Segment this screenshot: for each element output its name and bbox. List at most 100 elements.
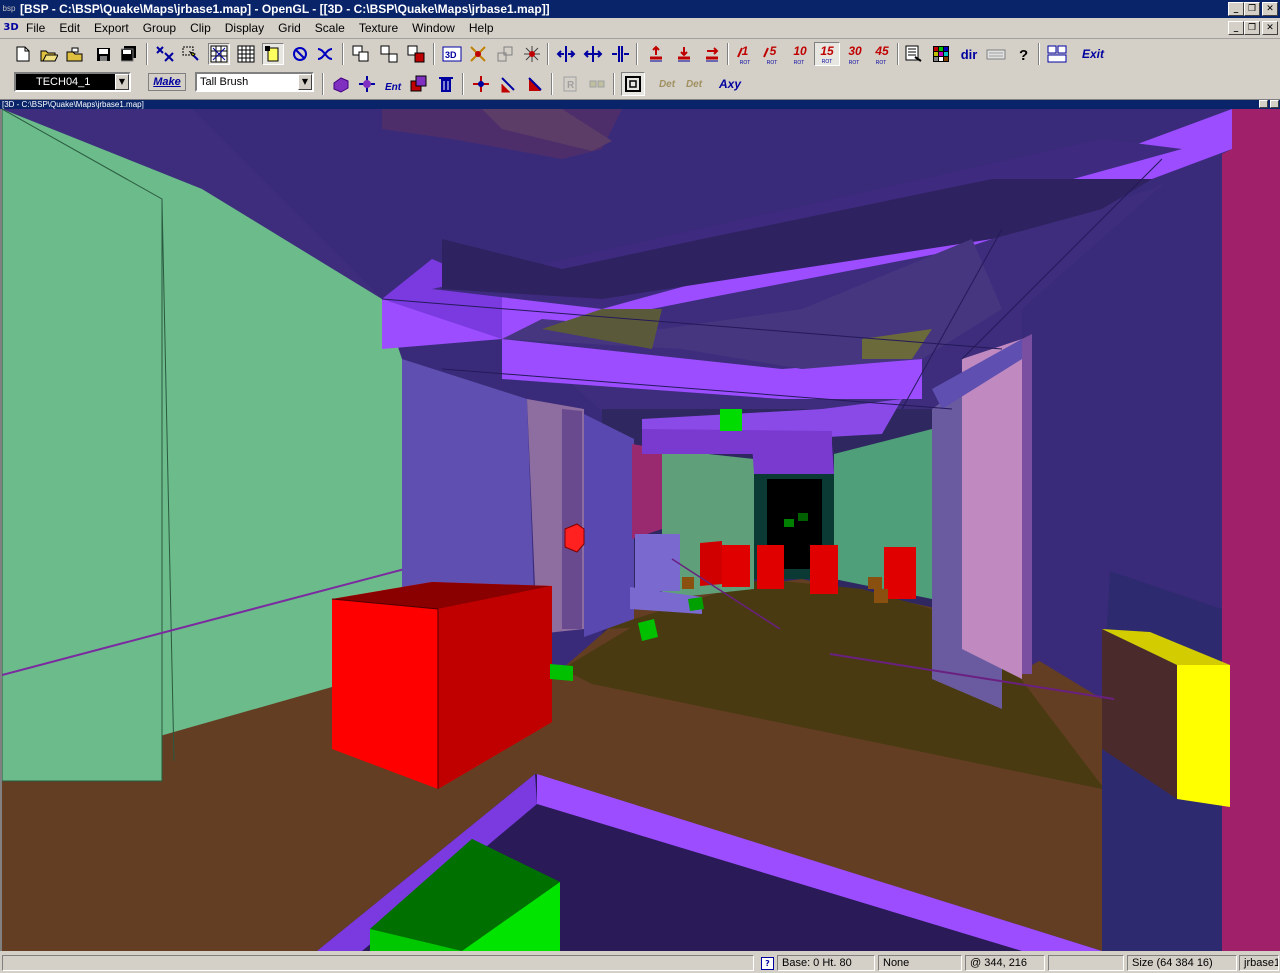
status-empty xyxy=(1048,955,1124,971)
copy-brush-icon[interactable] xyxy=(408,73,430,95)
region-clear-icon[interactable] xyxy=(586,73,608,95)
menu-window[interactable]: Window xyxy=(412,21,460,35)
save-all-icon[interactable] xyxy=(118,43,140,65)
rotate-10-button[interactable]: 10 ROT xyxy=(787,42,811,66)
rotate-sub-label: ROT xyxy=(794,60,805,66)
menu-items: File Edit Export Group Clip Display Grid… xyxy=(26,21,508,35)
svg-text:?: ? xyxy=(1019,47,1028,63)
entity-view-icon[interactable] xyxy=(521,43,543,65)
rotate-15-button[interactable]: 15 ROT xyxy=(814,42,840,66)
texture-shift-down-icon[interactable] xyxy=(673,43,695,65)
region-icon[interactable]: R xyxy=(559,73,581,95)
menu-help[interactable]: Help xyxy=(469,21,499,35)
window-title: [BSP - C:\BSP\Quake\Maps\jrbase1.map] - … xyxy=(20,2,550,16)
rotate-30-button[interactable]: 30 ROT xyxy=(842,42,866,66)
document-3d-icon[interactable]: 3D xyxy=(3,20,19,35)
tile-windows-icon[interactable] xyxy=(1046,43,1068,65)
menu-scale[interactable]: Scale xyxy=(315,21,350,35)
rotate-sub-label: ROT xyxy=(849,60,860,66)
open-folder-icon[interactable] xyxy=(38,43,60,65)
secondary-toolbar: TECH04_1 ▼ Make Tall Brush ▼ Ent R Det D… xyxy=(0,69,1280,100)
axis-xy-label: Axy xyxy=(718,77,741,91)
group-color-icon[interactable] xyxy=(405,43,427,65)
minimize-button[interactable]: _ xyxy=(1228,2,1244,16)
mdi-close-button[interactable]: ✕ xyxy=(1262,21,1278,35)
brush-wedge-icon[interactable] xyxy=(330,73,352,95)
zoom-window-icon[interactable] xyxy=(494,43,516,65)
viewport-menu-button[interactable] xyxy=(1259,100,1268,108)
rotate-45-button[interactable]: 45 ROT xyxy=(869,42,893,66)
delete-brush-icon[interactable] xyxy=(435,73,457,95)
snap-icon[interactable] xyxy=(262,43,284,65)
rotate-sub-label: ROT xyxy=(822,59,833,65)
mdi-minimize-button[interactable]: _ xyxy=(1228,21,1244,35)
palette-icon[interactable] xyxy=(930,43,952,65)
align-center-icon[interactable] xyxy=(582,43,604,65)
texture-shift-up-icon[interactable] xyxy=(645,43,667,65)
unlink-group-icon[interactable] xyxy=(378,43,400,65)
move-vertices-icon[interactable] xyxy=(154,43,176,65)
status-coordinates: @ 344, 216 xyxy=(965,955,1045,971)
exit-button[interactable]: Exit xyxy=(1080,43,1106,65)
window-title-bar[interactable]: bsp [BSP - C:\BSP\Quake\Maps\jrbase1.map… xyxy=(0,0,1280,18)
chevron-down-icon[interactable]: ▼ xyxy=(298,74,312,90)
toolbar-separator xyxy=(727,43,729,65)
detail-add-button[interactable]: Det xyxy=(655,73,679,95)
help-icon[interactable]: ? xyxy=(1012,43,1034,65)
chevron-down-icon[interactable]: ▼ xyxy=(115,74,129,90)
mdi-restore-button[interactable]: ❐ xyxy=(1244,21,1260,35)
menu-display[interactable]: Display xyxy=(225,21,269,35)
grid-select-icon[interactable] xyxy=(208,43,230,65)
make-button[interactable]: Make xyxy=(148,73,186,91)
viewport-scroll-button[interactable] xyxy=(1270,100,1279,108)
select-brush-icon[interactable] xyxy=(621,72,645,96)
rotate-1-label: 1 xyxy=(742,44,749,58)
menu-clip[interactable]: Clip xyxy=(190,21,216,35)
menu-bar: 3D File Edit Export Group Clip Display G… xyxy=(0,18,1280,39)
align-left-icon[interactable] xyxy=(555,43,577,65)
new-file-icon[interactable] xyxy=(12,43,34,65)
texture-list-icon[interactable] xyxy=(903,43,925,65)
keyboard-icon[interactable] xyxy=(985,43,1007,65)
link-group-icon[interactable] xyxy=(350,43,372,65)
directory-label: dir xyxy=(960,46,978,62)
texture-select[interactable]: TECH04_1 ▼ xyxy=(14,72,131,92)
grid-toggle-icon[interactable] xyxy=(235,43,257,65)
axis-xy-button[interactable]: Axy xyxy=(717,73,743,95)
clip-plane-icon[interactable] xyxy=(470,73,492,95)
toolbar-separator xyxy=(433,43,435,65)
clip-split-icon[interactable] xyxy=(497,73,519,95)
rotate-sub-label: ROT xyxy=(740,60,751,66)
brush-move-icon[interactable] xyxy=(356,73,378,95)
menu-texture[interactable]: Texture xyxy=(359,21,403,35)
rotate-5-button[interactable]: 5 ROT xyxy=(760,42,784,66)
camera-icon[interactable] xyxy=(467,43,489,65)
drag-select-icon[interactable] xyxy=(180,43,202,65)
menu-group[interactable]: Group xyxy=(143,21,181,35)
restore-button[interactable]: ❐ xyxy=(1244,2,1260,16)
detail-remove-button[interactable]: Det xyxy=(682,73,706,95)
clip-keep-icon[interactable] xyxy=(524,73,546,95)
brush-type-value: Tall Brush xyxy=(200,76,249,88)
texture-shift-side-icon[interactable] xyxy=(701,43,723,65)
texture-select-value: TECH04_1 xyxy=(36,76,91,88)
menu-grid[interactable]: Grid xyxy=(278,21,306,35)
view-3d-icon[interactable]: 3D xyxy=(441,43,463,65)
directory-button[interactable]: dir xyxy=(956,43,982,65)
menu-edit[interactable]: Edit xyxy=(59,21,85,35)
menu-export[interactable]: Export xyxy=(94,21,134,35)
flip-brush-icon[interactable] xyxy=(314,43,336,65)
rotate-brush-icon[interactable] xyxy=(289,43,311,65)
viewport-title-bar[interactable]: [3D - C:\BSP\Quake\Maps\jrbase1.map] xyxy=(0,100,1280,109)
align-right-icon[interactable] xyxy=(609,43,631,65)
rotate-1-button[interactable]: 1 ROT xyxy=(733,42,757,66)
context-help-icon[interactable]: ? xyxy=(761,957,774,970)
opengl-3d-viewport[interactable] xyxy=(0,109,1280,951)
save-icon[interactable] xyxy=(92,43,114,65)
close-button[interactable]: ✕ xyxy=(1262,2,1278,16)
viewport-title: [3D - C:\BSP\Quake\Maps\jrbase1.map] xyxy=(2,100,144,109)
menu-file[interactable]: File xyxy=(26,21,50,35)
brush-type-select[interactable]: Tall Brush ▼ xyxy=(195,72,314,92)
open-recent-icon[interactable] xyxy=(64,43,86,65)
entity-tool-icon[interactable]: Ent xyxy=(382,73,404,95)
